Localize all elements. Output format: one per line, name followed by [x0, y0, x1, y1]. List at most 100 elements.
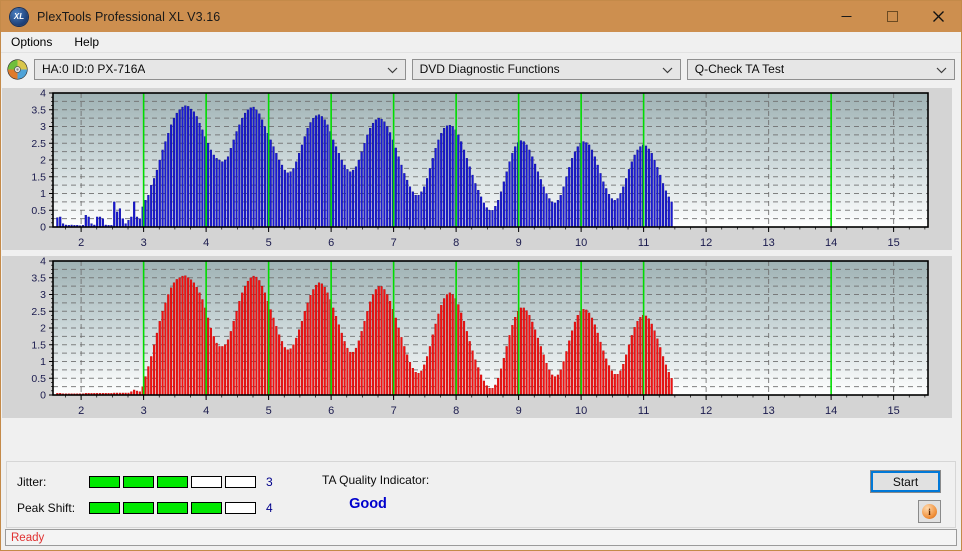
peak-shift-row: Peak Shift: 4 — [17, 497, 273, 518]
svg-text:4: 4 — [203, 405, 209, 417]
meter-segment — [225, 501, 256, 514]
svg-text:2: 2 — [40, 155, 46, 167]
svg-text:10: 10 — [575, 405, 587, 417]
meter-segment — [191, 475, 222, 488]
jitter-row: Jitter: 3 — [17, 471, 273, 492]
peak-shift-chart: 0 0.5 1 1.5 2 2.5 3 3.5 4 2 3 4 5 6 7 8 9 10 11 12 13 14 15 — [1, 256, 953, 424]
peak-shift-meter — [89, 501, 256, 514]
svg-text:6: 6 — [328, 237, 334, 249]
meters: Jitter: 3 Peak Shift: 4 — [17, 471, 273, 523]
svg-text:3.5: 3.5 — [31, 104, 46, 116]
svg-text:2: 2 — [78, 405, 84, 417]
svg-text:11: 11 — [638, 405, 649, 417]
app-icon-label: XL — [13, 12, 25, 21]
svg-text:12: 12 — [700, 237, 712, 249]
minimize-icon[interactable] — [823, 1, 869, 32]
menu-bar: Options Help — [1, 32, 961, 53]
jitter-meter — [89, 475, 256, 488]
svg-text:3.5: 3.5 — [31, 272, 46, 284]
svg-text:8: 8 — [453, 237, 459, 249]
jitter-label: Jitter: — [17, 474, 47, 489]
svg-text:2: 2 — [78, 237, 84, 249]
peak-shift-chart-panel: 0 0.5 1 1.5 2 2.5 3 3.5 4 2 3 4 5 6 7 8 9 10 11 12 13 14 15 — [1, 256, 961, 424]
status-bar: Ready — [5, 529, 957, 546]
svg-text:0: 0 — [40, 222, 46, 234]
svg-text:6: 6 — [328, 405, 334, 417]
svg-text:7: 7 — [391, 405, 397, 417]
svg-text:13: 13 — [763, 405, 775, 417]
toolbar: HA:0 ID:0 PX-716A DVD Diagnostic Functio… — [1, 53, 961, 85]
svg-text:1: 1 — [40, 188, 46, 200]
results-panel: Jitter: 3 Peak Shift: 4 TA Quality Indic… — [6, 461, 956, 528]
svg-text:8: 8 — [453, 405, 459, 417]
meter-segment — [157, 501, 188, 514]
window-title: PlexTools Professional XL V3.16 — [37, 9, 221, 24]
menu-item-help[interactable]: Help — [72, 34, 101, 50]
chevron-down-icon — [662, 60, 673, 81]
svg-text:2: 2 — [40, 323, 46, 335]
svg-text:3: 3 — [141, 405, 147, 417]
svg-text:0.5: 0.5 — [31, 205, 46, 217]
svg-text:3: 3 — [40, 121, 46, 133]
svg-text:2.5: 2.5 — [31, 138, 46, 150]
plextools-window: XL PlexTools Professional XL V3.16 Optio… — [0, 0, 962, 551]
svg-text:4: 4 — [40, 256, 46, 268]
ta-quality-block: TA Quality Indicator: Good — [322, 473, 429, 512]
menu-item-options[interactable]: Options — [9, 34, 54, 50]
svg-text:12: 12 — [700, 405, 712, 417]
svg-text:15: 15 — [888, 237, 900, 249]
meter-segment — [89, 475, 120, 488]
jitter-value: 3 — [266, 474, 273, 489]
function-select[interactable]: DVD Diagnostic Functions — [411, 58, 681, 81]
meter-segment — [157, 475, 188, 488]
svg-text:2.5: 2.5 — [31, 306, 46, 318]
svg-text:5: 5 — [266, 405, 272, 417]
peak-shift-label: Peak Shift: — [17, 500, 76, 515]
svg-text:9: 9 — [516, 237, 522, 249]
test-select-value: Q-Check TA Test — [694, 62, 785, 76]
meter-segment — [123, 501, 154, 514]
jitter-chart: 0 0.5 1 1.5 2 2.5 3 3.5 4 2 3 4 5 6 7 8 9 10 11 12 13 14 15 — [1, 88, 953, 256]
svg-text:5: 5 — [266, 237, 272, 249]
title-bar: XL PlexTools Professional XL V3.16 — [1, 1, 961, 32]
chevron-down-icon — [936, 60, 947, 81]
svg-text:10: 10 — [575, 237, 587, 249]
test-select[interactable]: Q-Check TA Test — [686, 58, 955, 81]
meter-segment — [89, 501, 120, 514]
close-icon[interactable] — [915, 1, 961, 32]
info-button[interactable]: i — [918, 500, 941, 523]
drive-select[interactable]: HA:0 ID:0 PX-716A — [34, 58, 406, 81]
svg-text:11: 11 — [638, 237, 649, 249]
svg-text:14: 14 — [825, 405, 837, 417]
svg-text:1.5: 1.5 — [31, 339, 46, 351]
meter-segment — [225, 475, 256, 488]
drive-select-value: HA:0 ID:0 PX-716A — [42, 62, 146, 76]
info-icon: i — [922, 504, 937, 519]
svg-text:9: 9 — [516, 405, 522, 417]
svg-text:0: 0 — [40, 390, 46, 402]
start-button[interactable]: Start — [870, 470, 941, 493]
jitter-chart-panel: 0 0.5 1 1.5 2 2.5 3 3.5 4 2 3 4 5 6 7 8 9 10 11 12 13 14 15 — [1, 88, 961, 256]
svg-text:4: 4 — [203, 237, 209, 249]
svg-text:1: 1 — [40, 356, 46, 368]
svg-text:13: 13 — [763, 237, 775, 249]
chevron-down-icon — [387, 60, 398, 81]
svg-text:1.5: 1.5 — [31, 171, 46, 183]
svg-text:4: 4 — [40, 88, 46, 100]
status-text: Ready — [11, 531, 45, 544]
ta-quality-value: Good — [349, 496, 387, 512]
window-controls — [823, 1, 961, 32]
svg-text:3: 3 — [40, 289, 46, 301]
meter-segment — [123, 475, 154, 488]
svg-text:14: 14 — [825, 237, 837, 249]
svg-text:15: 15 — [888, 405, 900, 417]
svg-text:7: 7 — [391, 237, 397, 249]
svg-text:0.5: 0.5 — [31, 373, 46, 385]
function-select-value: DVD Diagnostic Functions — [419, 62, 560, 76]
svg-text:3: 3 — [141, 237, 147, 249]
optical-disc-icon — [7, 58, 28, 80]
maximize-icon[interactable] — [869, 1, 915, 32]
ta-quality-label: TA Quality Indicator: — [322, 473, 430, 487]
app-icon: XL — [10, 7, 28, 26]
peak-shift-value: 4 — [266, 500, 273, 515]
